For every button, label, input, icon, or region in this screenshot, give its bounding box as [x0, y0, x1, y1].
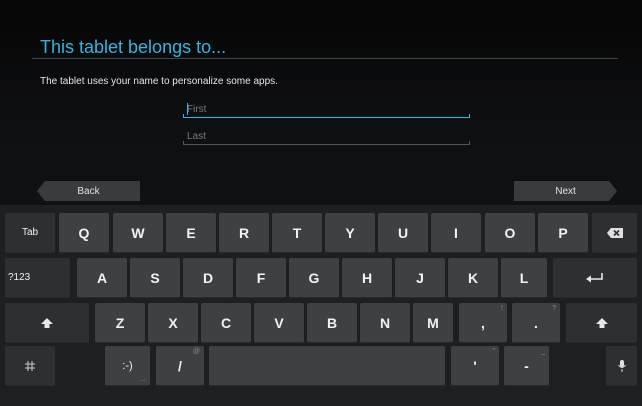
- key-v[interactable]: V: [254, 303, 304, 343]
- key-i[interactable]: I: [431, 213, 481, 253]
- key-l[interactable]: L: [501, 258, 547, 298]
- slash-key[interactable]: / @: [156, 346, 204, 386]
- key-y[interactable]: Y: [325, 213, 375, 253]
- key-t[interactable]: T: [272, 213, 322, 253]
- backspace-key[interactable]: [592, 213, 637, 253]
- period-key[interactable]: . ?: [512, 303, 560, 343]
- settings-icon: [25, 360, 35, 371]
- key-p[interactable]: P: [538, 213, 588, 253]
- keyboard-settings-key[interactable]: [5, 346, 55, 386]
- apostrophe-hint: ": [492, 348, 496, 355]
- period-label: .: [534, 314, 538, 331]
- voice-input-key[interactable]: [606, 346, 637, 386]
- shift-icon: [41, 317, 53, 328]
- dash-key[interactable]: - _: [504, 346, 549, 386]
- shift-icon: [595, 317, 608, 328]
- period-hint: ?: [552, 305, 556, 312]
- last-name-input[interactable]: [183, 129, 470, 143]
- key-s[interactable]: S: [130, 258, 180, 298]
- back-button[interactable]: Back: [37, 181, 140, 201]
- smiley-key[interactable]: :-) ...: [105, 346, 150, 386]
- key-q[interactable]: Q: [59, 213, 109, 253]
- first-name-field[interactable]: [183, 102, 470, 118]
- space-key[interactable]: [209, 346, 445, 386]
- next-button[interactable]: Next: [514, 181, 617, 201]
- key-a[interactable]: A: [77, 258, 127, 298]
- key-c[interactable]: C: [201, 303, 251, 343]
- key-o[interactable]: O: [485, 213, 535, 253]
- comma-label: ,: [481, 314, 485, 331]
- slash-hint: @: [192, 348, 200, 355]
- enter-icon: [586, 272, 604, 283]
- last-name-field[interactable]: [183, 129, 470, 145]
- symbols-key[interactable]: ?123: [5, 258, 70, 298]
- comma-hint: !: [501, 305, 503, 312]
- key-k[interactable]: K: [448, 258, 498, 298]
- key-z[interactable]: Z: [95, 303, 145, 343]
- key-f[interactable]: F: [236, 258, 286, 298]
- enter-key[interactable]: [553, 258, 637, 298]
- smiley-hint: ...: [140, 376, 146, 383]
- text-cursor: [187, 103, 188, 115]
- key-b[interactable]: B: [307, 303, 357, 343]
- key-u[interactable]: U: [378, 213, 428, 253]
- key-n[interactable]: N: [360, 303, 410, 343]
- key-e[interactable]: E: [166, 213, 216, 253]
- key-w[interactable]: W: [113, 213, 163, 253]
- tab-key[interactable]: Tab: [5, 213, 55, 253]
- key-h[interactable]: H: [342, 258, 392, 298]
- title-divider: [32, 58, 618, 59]
- key-x[interactable]: X: [148, 303, 198, 343]
- apostrophe-label: ': [473, 357, 477, 374]
- apostrophe-key[interactable]: ' ": [451, 346, 499, 386]
- description-text: The tablet uses your name to personalize…: [40, 76, 278, 87]
- soft-keyboard: Tab Q W E R T Y U I O P ?123 A S D F G H…: [0, 205, 642, 406]
- key-d[interactable]: D: [183, 258, 233, 298]
- dash-label: -: [524, 357, 529, 374]
- backspace-icon: [606, 227, 623, 238]
- key-m[interactable]: M: [413, 303, 453, 343]
- key-g[interactable]: G: [289, 258, 339, 298]
- key-j[interactable]: J: [395, 258, 445, 298]
- first-name-input[interactable]: [183, 102, 470, 116]
- mic-icon: [617, 359, 626, 372]
- slash-label: /: [178, 357, 182, 374]
- page-title: This tablet belongs to...: [40, 37, 227, 57]
- left-shift-key[interactable]: [5, 303, 89, 343]
- right-shift-key[interactable]: [566, 303, 637, 343]
- smiley-label: :-): [122, 359, 133, 372]
- key-r[interactable]: R: [219, 213, 269, 253]
- dash-hint: _: [541, 348, 545, 355]
- comma-key[interactable]: , !: [459, 303, 507, 343]
